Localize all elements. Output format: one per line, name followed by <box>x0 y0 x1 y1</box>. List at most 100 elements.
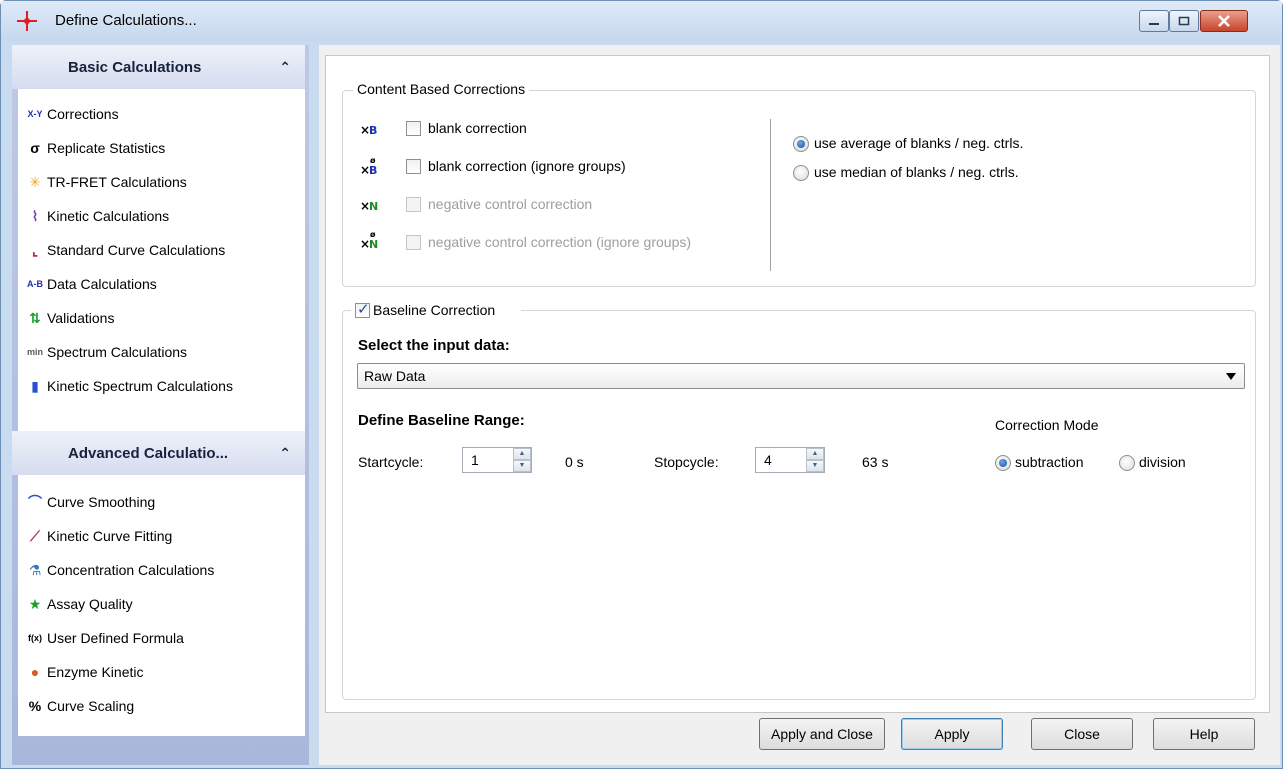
close-button[interactable]: Close <box>1031 718 1133 750</box>
sidebar-item[interactable]: ▮ Kinetic Spectrum Calculations <box>18 371 305 401</box>
sidebar-item-label: Kinetic Curve Fitting <box>47 528 173 544</box>
sidebar-item-label: Enzyme Kinetic <box>47 664 144 680</box>
stopcycle-spin-buttons[interactable]: ▲ ▼ <box>806 448 824 472</box>
svg-text:ø: ø <box>370 230 376 239</box>
svg-text:B: B <box>369 164 377 177</box>
negative-control-ignore-groups-icon: × Nø <box>360 229 382 251</box>
sidebar-item[interactable]: f(x) User Defined Formula <box>18 623 305 653</box>
sidebar-item-label: User Defined Formula <box>47 630 184 646</box>
use-median-label: use median of blanks / neg. ctrls. <box>814 164 1019 180</box>
percent-icon: % <box>28 698 42 714</box>
spin-up-icon[interactable]: ▲ <box>513 448 531 460</box>
spin-down-icon[interactable]: ▼ <box>513 460 531 472</box>
sidebar-item[interactable]: ⌞ Standard Curve Calculations <box>18 235 305 265</box>
baseline-correction-title: Baseline Correction <box>351 300 521 321</box>
sigma-icon: σ <box>30 140 40 156</box>
curve-smoothing-icon: ⌒ <box>28 494 42 510</box>
curve-fitting-icon: ⟋ <box>30 527 40 544</box>
startcycle-value: 1 <box>471 452 479 468</box>
negative-control-ignore-groups-checkbox[interactable] <box>406 235 421 250</box>
sidebar-item-label: Replicate Statistics <box>47 140 166 156</box>
basic-calculations-panel: X-Y Corrections σ Replicate Statistics ✳ TR-F… <box>18 89 305 431</box>
negative-control-label: negative control correction <box>428 196 593 212</box>
sidebar-item[interactable]: min Spectrum Calculations <box>18 337 305 367</box>
negative-control-icon: × N <box>360 195 382 217</box>
svg-text:N: N <box>369 200 378 213</box>
close-window-button[interactable] <box>1200 10 1248 32</box>
validations-icon: ⇅ <box>29 309 41 326</box>
standard-curve-icon: ⌞ <box>31 241 39 258</box>
maximize-icon <box>1178 16 1190 26</box>
help-button[interactable]: Help <box>1153 718 1255 750</box>
division-radio[interactable] <box>1119 455 1135 471</box>
sidebar-item-label: Concentration Calculations <box>47 562 215 578</box>
sidebar-item[interactable]: ⇅ Validations <box>18 303 305 333</box>
spin-down-icon[interactable]: ▼ <box>806 460 824 472</box>
svg-text:B: B <box>369 124 377 137</box>
content-based-corrections-group: Content Based Corrections × B blank corre… <box>342 81 1256 287</box>
negative-control-checkbox[interactable] <box>406 197 421 212</box>
sidebar-item[interactable]: ● Enzyme Kinetic <box>18 657 305 687</box>
blank-correction-label: blank correction <box>428 120 527 136</box>
sidebar-item-label: Spectrum Calculations <box>47 344 188 360</box>
stopcycle-spinner[interactable]: 4 ▲ ▼ <box>755 447 825 473</box>
maximize-button[interactable] <box>1169 10 1199 32</box>
kinetic-spectrum-icon: ▮ <box>31 377 39 394</box>
input-data-dropdown[interactable]: Raw Data <box>357 363 1245 389</box>
flask-icon: ⚗ <box>28 561 42 578</box>
title-bar[interactable]: Define Calculations... <box>1 1 1282 41</box>
chevron-down-icon <box>1226 373 1236 380</box>
sidebar-item[interactable]: ⚗ Concentration Calculations <box>18 555 305 585</box>
sidebar-item-label: Kinetic Spectrum Calculations <box>47 378 233 394</box>
use-median-radio[interactable] <box>793 165 809 181</box>
sidebar-item[interactable]: ★ Assay Quality <box>18 589 305 619</box>
kinetic-chart-icon: ⌇ <box>31 207 39 224</box>
negative-control-ignore-groups-label: negative control correction (ignore grou… <box>428 234 692 250</box>
sidebar-item[interactable]: % Curve Scaling <box>18 691 305 721</box>
apply-button[interactable]: Apply <box>901 718 1003 750</box>
advanced-calculations-header[interactable]: Advanced Calculatio... ⌃ <box>12 431 305 475</box>
startcycle-spinner[interactable]: 1 ▲ ▼ <box>462 447 532 473</box>
enzyme-icon: ● <box>30 664 40 680</box>
corrections-icon: X-Y <box>27 109 43 119</box>
minimize-button[interactable] <box>1139 10 1169 32</box>
settings-panel: Content Based Corrections × B blank corre… <box>325 55 1270 713</box>
group-title: Content Based Corrections <box>353 81 530 97</box>
collapse-chevron-icon[interactable]: ⌃ <box>279 59 291 76</box>
subtraction-label: subtraction <box>1015 454 1084 470</box>
baseline-correction-group: Baseline Correction Select the input dat… <box>342 300 1256 700</box>
sidebar-item[interactable]: ⌒ Curve Smoothing <box>18 487 305 517</box>
star-icon: ★ <box>28 595 42 612</box>
blank-correction-icon: × B <box>360 119 382 141</box>
startcycle-label: Startcycle: <box>358 454 424 470</box>
sun-icon: ✳ <box>29 173 41 190</box>
sidebar-item[interactable]: X-Y Corrections <box>18 99 305 129</box>
svg-text:ø: ø <box>370 156 376 165</box>
select-input-label: Select the input data: <box>358 337 510 354</box>
spectrum-icon: min <box>26 347 43 357</box>
basic-calculations-header[interactable]: Basic Calculations ⌃ <box>12 45 305 89</box>
blank-correction-checkbox[interactable] <box>406 121 421 136</box>
sidebar-item-label: Kinetic Calculations <box>47 208 170 224</box>
sidebar-item-label: Curve Smoothing <box>47 494 156 510</box>
subtraction-radio[interactable] <box>995 455 1011 471</box>
close-icon <box>1218 15 1230 27</box>
sidebar-item[interactable]: σ Replicate Statistics <box>18 133 305 163</box>
sidebar-item[interactable]: ✳ TR-FRET Calculations <box>18 167 305 197</box>
blank-correction-ignore-groups-checkbox[interactable] <box>406 159 421 174</box>
sidebar-item-label: Standard Curve Calculations <box>47 242 226 258</box>
sidebar-item[interactable]: ⟋ Kinetic Curve Fitting <box>18 521 305 551</box>
baseline-correction-label: Baseline Correction <box>373 302 496 318</box>
use-average-radio[interactable] <box>793 136 809 152</box>
define-calculations-window: Define Calculations... Basic Calculation… <box>0 0 1283 769</box>
apply-and-close-button[interactable]: Apply and Close <box>759 718 885 750</box>
baseline-correction-checkbox[interactable] <box>355 300 370 318</box>
collapse-chevron-icon[interactable]: ⌃ <box>279 445 291 462</box>
sidebar-item[interactable]: A-B Data Calculations <box>18 269 305 299</box>
crosshair-icon <box>17 11 37 31</box>
separator <box>770 119 771 271</box>
startcycle-spin-buttons[interactable]: ▲ ▼ <box>513 448 531 472</box>
sidebar-item[interactable]: ⌇ Kinetic Calculations <box>18 201 305 231</box>
blank-correction-ignore-groups-icon: × Bø <box>360 155 382 177</box>
spin-up-icon[interactable]: ▲ <box>806 448 824 460</box>
